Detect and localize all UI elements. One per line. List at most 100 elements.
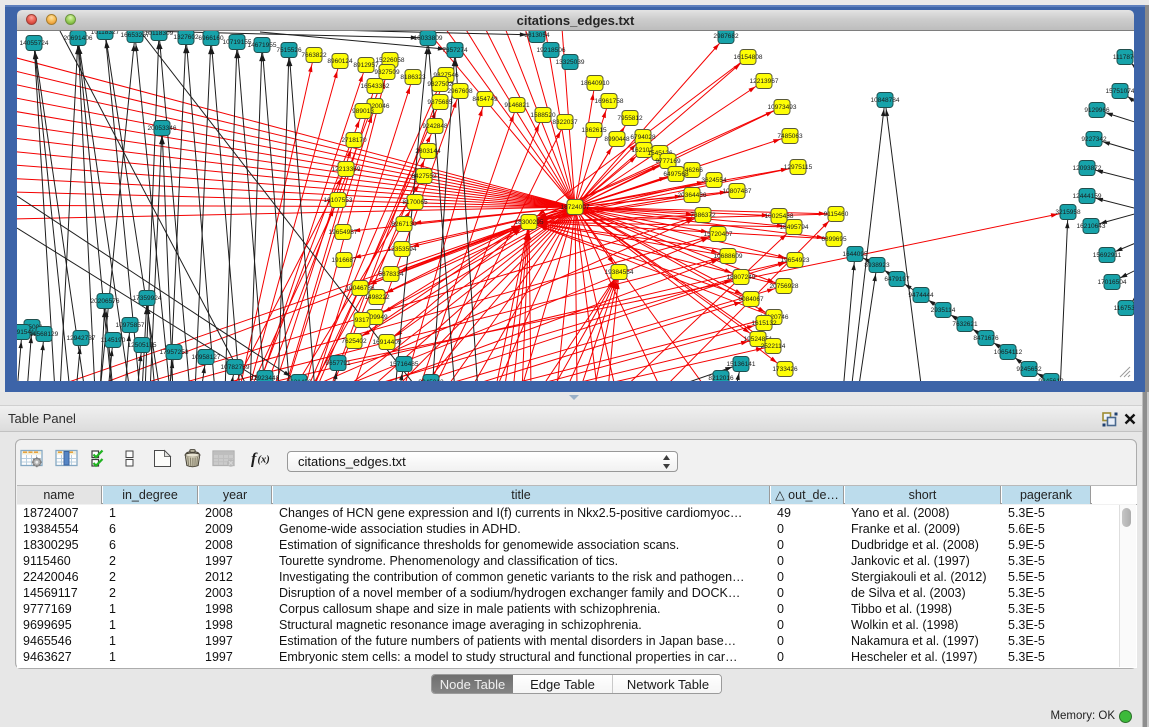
svg-text:10654112: 10654112	[994, 349, 1023, 356]
svg-text:12444159: 12444159	[1073, 193, 1102, 200]
svg-text:15226058: 15226058	[376, 57, 405, 64]
svg-text:8267130: 8267130	[391, 221, 417, 228]
svg-text:15751074: 15751074	[1106, 88, 1134, 95]
svg-text:9084067: 9084067	[738, 296, 764, 303]
svg-text:20756928: 20756928	[770, 283, 799, 290]
svg-text:1615132: 1615132	[751, 320, 777, 327]
svg-text:1916687: 1916687	[331, 257, 357, 264]
svg-text:8813054: 8813054	[524, 32, 550, 39]
svg-text:20364436: 20364436	[678, 192, 707, 199]
svg-text:10118309: 10118309	[145, 31, 174, 37]
svg-text:10688609: 10688609	[714, 253, 743, 260]
svg-text:9875685: 9875685	[427, 99, 453, 106]
svg-text:18640910: 18640910	[581, 80, 610, 87]
svg-text:7485063: 7485063	[777, 133, 803, 140]
svg-text:9327502: 9327502	[427, 81, 453, 88]
svg-text:2803144: 2803144	[415, 148, 441, 155]
svg-text:8990448: 8990448	[604, 136, 630, 143]
svg-text:16914409: 16914409	[373, 339, 402, 346]
svg-text:10118327: 10118327	[91, 31, 120, 36]
svg-text:18495794: 18495794	[780, 224, 809, 231]
svg-text:1117870: 1117870	[1113, 54, 1134, 61]
svg-text:13325039: 13325039	[556, 59, 585, 66]
svg-text:16961758: 16961758	[595, 98, 624, 105]
svg-text:8960124: 8960124	[327, 58, 353, 65]
svg-text:15720407: 15720407	[704, 231, 733, 238]
svg-text:17359924: 17359924	[133, 295, 162, 302]
svg-text:12213369: 12213369	[332, 166, 361, 173]
svg-text:2522114: 2522114	[761, 343, 786, 350]
svg-text:14055724: 14055724	[20, 40, 49, 47]
svg-text:5878334: 5878334	[378, 271, 404, 278]
svg-text:3624554: 3624554	[701, 177, 727, 184]
svg-text:2967608: 2967608	[447, 88, 473, 95]
svg-text:20053346: 20053346	[148, 125, 177, 132]
svg-text:8471676: 8471676	[973, 335, 999, 342]
svg-text:10848784: 10848784	[871, 97, 900, 104]
svg-text:9227342: 9227342	[1081, 136, 1107, 143]
svg-text:18807249: 18807249	[727, 274, 756, 281]
svg-text:16210643: 16210643	[1077, 223, 1106, 230]
svg-text:9115460: 9115460	[824, 211, 849, 218]
svg-text:16107553: 16107553	[324, 197, 353, 204]
svg-text:8186323: 8186323	[400, 74, 426, 81]
svg-text:9242848: 9242848	[422, 123, 448, 130]
svg-text:8427552: 8427552	[411, 173, 437, 180]
svg-text:9317: 9317	[355, 317, 370, 324]
svg-text:19654987: 19654987	[329, 229, 358, 236]
svg-text:11568129: 11568129	[30, 331, 59, 338]
svg-text:7625402: 7625402	[341, 338, 367, 345]
svg-text:6479197: 6479197	[884, 276, 910, 283]
svg-text:19218506: 19218506	[537, 47, 566, 54]
svg-text:9621450: 9621450	[286, 379, 312, 381]
svg-text:9245652: 9245652	[1016, 366, 1042, 373]
svg-text:20206576: 20206576	[91, 298, 120, 305]
svg-text:6966160: 6966160	[198, 35, 224, 42]
svg-text:12975115: 12975115	[784, 164, 813, 171]
svg-text:12942737: 12942737	[67, 335, 96, 342]
svg-text:19384554: 19384554	[605, 269, 634, 276]
svg-text:2718170: 2718170	[341, 137, 367, 144]
svg-text:7632621: 7632621	[952, 321, 978, 328]
svg-text:9245012: 9245012	[418, 379, 444, 381]
svg-text:9129966: 9129966	[1084, 107, 1110, 114]
svg-text:8454749: 8454749	[472, 96, 498, 103]
svg-text:989013: 989013	[352, 108, 374, 115]
svg-text:11923448: 11923448	[251, 375, 280, 381]
svg-text:7955812: 7955812	[617, 115, 643, 122]
svg-text:8212016: 8212016	[708, 375, 734, 381]
svg-text:10975857: 10975857	[116, 322, 145, 329]
svg-text:6497568: 6497568	[663, 171, 689, 178]
svg-text:6899695: 6899695	[821, 236, 847, 243]
svg-text:10025438: 10025438	[765, 213, 794, 220]
svg-text:9327509: 9327509	[374, 69, 400, 76]
svg-text:1145190: 1145190	[101, 337, 126, 344]
svg-text:8322037: 8322037	[552, 119, 578, 126]
svg-text:12505175: 12505175	[128, 342, 157, 349]
svg-text:3215958: 3215958	[1055, 209, 1081, 216]
svg-text:1644095: 1644095	[842, 251, 868, 258]
svg-text:10807487: 10807487	[723, 188, 752, 195]
svg-text:8938923: 8938923	[864, 262, 890, 269]
svg-text:1498222: 1498222	[364, 294, 390, 301]
svg-text:14671955: 14671955	[248, 42, 277, 49]
svg-text:10973493: 10973493	[768, 104, 797, 111]
svg-text:10958127: 10958127	[192, 354, 221, 361]
svg-text:16154808: 16154808	[734, 54, 763, 61]
svg-text:16033809: 16033809	[414, 35, 443, 42]
svg-text:9146821: 9146821	[504, 102, 530, 109]
svg-text:1733426: 1733426	[772, 366, 798, 373]
svg-text:9245612: 9245612	[1038, 378, 1064, 381]
svg-text:9777169: 9777169	[655, 158, 681, 165]
svg-text:1167534: 1167534	[1114, 305, 1134, 312]
svg-text:7357274: 7357274	[442, 47, 468, 54]
svg-text:16543362: 16543362	[361, 83, 390, 90]
svg-text:18300295: 18300295	[515, 219, 544, 226]
svg-text:15136141: 15136141	[727, 361, 756, 368]
svg-text:7515526: 7515526	[276, 47, 302, 54]
svg-text:10782759: 10782759	[221, 364, 250, 371]
svg-text:12213967: 12213967	[750, 78, 779, 85]
svg-text:1362615: 1362615	[581, 127, 607, 134]
svg-text:15692911: 15692911	[1093, 252, 1122, 259]
svg-text:6794028: 6794028	[630, 134, 656, 141]
